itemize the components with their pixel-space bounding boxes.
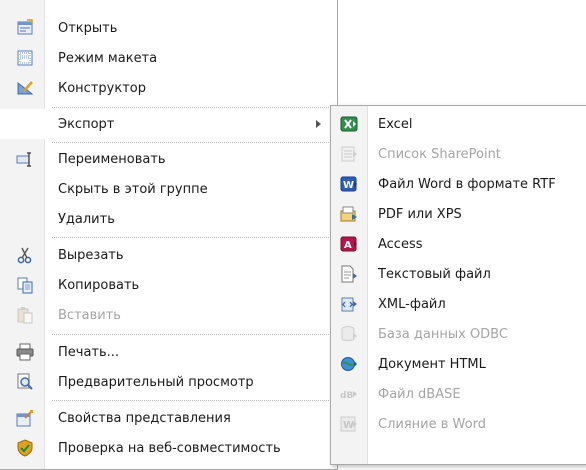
access-icon: A bbox=[340, 235, 358, 253]
design-view-icon bbox=[16, 79, 34, 97]
menu-item-label: Копировать bbox=[58, 277, 140, 293]
menu-item-label: XML-файл bbox=[378, 296, 446, 312]
paste-icon bbox=[16, 306, 34, 324]
word-merge-icon: W bbox=[340, 415, 358, 433]
printer-icon bbox=[16, 343, 34, 361]
xml-file-icon bbox=[340, 295, 358, 313]
print-preview-icon bbox=[16, 373, 34, 391]
svg-text:W: W bbox=[343, 180, 354, 191]
menu-item-label: Режим макета bbox=[58, 50, 158, 66]
menu-item-web-compat-check[interactable]: Проверка на веб-совместимость bbox=[0, 433, 337, 463]
excel-icon bbox=[340, 115, 358, 133]
copy-icon bbox=[16, 276, 34, 294]
menu-item-layout-view[interactable]: Режим макета bbox=[0, 43, 337, 73]
menu-item-open[interactable]: Открыть bbox=[0, 13, 337, 43]
menu-item-paste[interactable]: Вставить bbox=[0, 300, 337, 330]
export-item-text-file[interactable]: Текстовый файл bbox=[331, 259, 586, 289]
menu-item-label: Свойства представления bbox=[58, 410, 231, 426]
menu-item-label: Проверка на веб-совместимость bbox=[58, 440, 281, 456]
view-properties-icon bbox=[16, 409, 34, 427]
menu-item-hide-in-group[interactable]: Скрыть в этой группе bbox=[0, 174, 337, 204]
html-document-icon bbox=[340, 355, 358, 373]
export-item-sharepoint-list[interactable]: Список SharePoint bbox=[331, 139, 586, 169]
menu-item-copy[interactable]: Копировать bbox=[0, 270, 337, 300]
menu-item-label: Удалить bbox=[58, 211, 115, 227]
submenu-arrow-icon bbox=[316, 120, 321, 128]
menu-item-label: Excel bbox=[378, 116, 413, 132]
menu-separator bbox=[52, 107, 333, 108]
menu-item-design-view[interactable]: Конструктор bbox=[0, 73, 337, 103]
menu-item-label: Вырезать bbox=[58, 247, 124, 263]
menu-item-view-properties[interactable]: Свойства представления bbox=[0, 403, 337, 433]
menu-item-rename[interactable]: Переименовать bbox=[0, 144, 337, 174]
menu-item-label: Экспорт bbox=[58, 116, 115, 132]
export-item-word-merge[interactable]: W Слияние в Word bbox=[331, 409, 586, 439]
menu-item-label: Открыть bbox=[58, 20, 118, 36]
menu-item-label: Файл Word в формате RTF bbox=[378, 176, 556, 192]
menu-item-label: Access bbox=[378, 236, 423, 252]
export-item-excel[interactable]: Excel bbox=[331, 109, 586, 139]
menu-item-print[interactable]: Печать... bbox=[0, 337, 337, 367]
export-submenu: Excel Список SharePoint W Файл Word в фо… bbox=[330, 105, 586, 465]
menu-item-cut[interactable]: Вырезать bbox=[0, 240, 337, 270]
export-item-pdf-xps[interactable]: PDF или XPS bbox=[331, 199, 586, 229]
menu-item-label: Скрыть в этой группе bbox=[58, 181, 208, 197]
export-item-xml-file[interactable]: XML-файл bbox=[331, 289, 586, 319]
menu-separator bbox=[52, 334, 333, 335]
menu-item-label: Конструктор bbox=[58, 80, 146, 96]
pdf-xps-icon bbox=[340, 205, 358, 223]
text-file-icon bbox=[340, 265, 358, 283]
menu-item-label: Документ HTML bbox=[378, 356, 486, 372]
export-item-dbase-file[interactable]: dB Файл dBASE bbox=[331, 379, 586, 409]
menu-item-label: Предварительный просмотр bbox=[58, 374, 254, 390]
odbc-database-icon bbox=[340, 325, 358, 343]
rename-icon bbox=[16, 150, 34, 168]
word-rtf-icon: W bbox=[340, 175, 358, 193]
menu-item-label: Слияние в Word bbox=[378, 416, 486, 432]
menu-item-print-preview[interactable]: Предварительный просмотр bbox=[0, 367, 337, 397]
menu-item-delete[interactable]: Удалить bbox=[0, 204, 337, 234]
export-item-access[interactable]: A Access bbox=[331, 229, 586, 259]
menu-item-label: Список SharePoint bbox=[378, 146, 501, 162]
dbase-file-icon: dB bbox=[340, 385, 358, 403]
menu-item-label: Текстовый файл bbox=[378, 266, 491, 282]
svg-text:dB: dB bbox=[340, 391, 353, 401]
sharepoint-list-icon bbox=[340, 145, 358, 163]
menu-separator bbox=[52, 142, 333, 143]
layout-view-icon bbox=[16, 49, 34, 67]
web-compat-check-icon bbox=[16, 439, 34, 457]
export-item-html-document[interactable]: Документ HTML bbox=[331, 349, 586, 379]
open-form-icon bbox=[16, 19, 34, 37]
menu-item-label: PDF или XPS bbox=[378, 206, 462, 222]
menu-item-label: База данных ODBC bbox=[378, 326, 508, 342]
scissors-icon bbox=[16, 246, 34, 264]
export-item-word-rtf[interactable]: W Файл Word в формате RTF bbox=[331, 169, 586, 199]
context-menu: Открыть Режим макета Конструктор Экспорт… bbox=[0, 0, 338, 470]
menu-item-export[interactable]: Экспорт bbox=[0, 109, 337, 139]
export-item-odbc-database[interactable]: База данных ODBC bbox=[331, 319, 586, 349]
menu-item-label: Файл dBASE bbox=[378, 386, 461, 402]
menu-item-label: Вставить bbox=[58, 307, 121, 323]
menu-item-label: Переименовать bbox=[58, 151, 166, 167]
svg-text:A: A bbox=[344, 240, 352, 251]
menu-item-label: Печать... bbox=[58, 344, 120, 360]
svg-text:W: W bbox=[343, 420, 354, 431]
menu-separator bbox=[52, 400, 333, 401]
menu-separator bbox=[52, 237, 333, 238]
